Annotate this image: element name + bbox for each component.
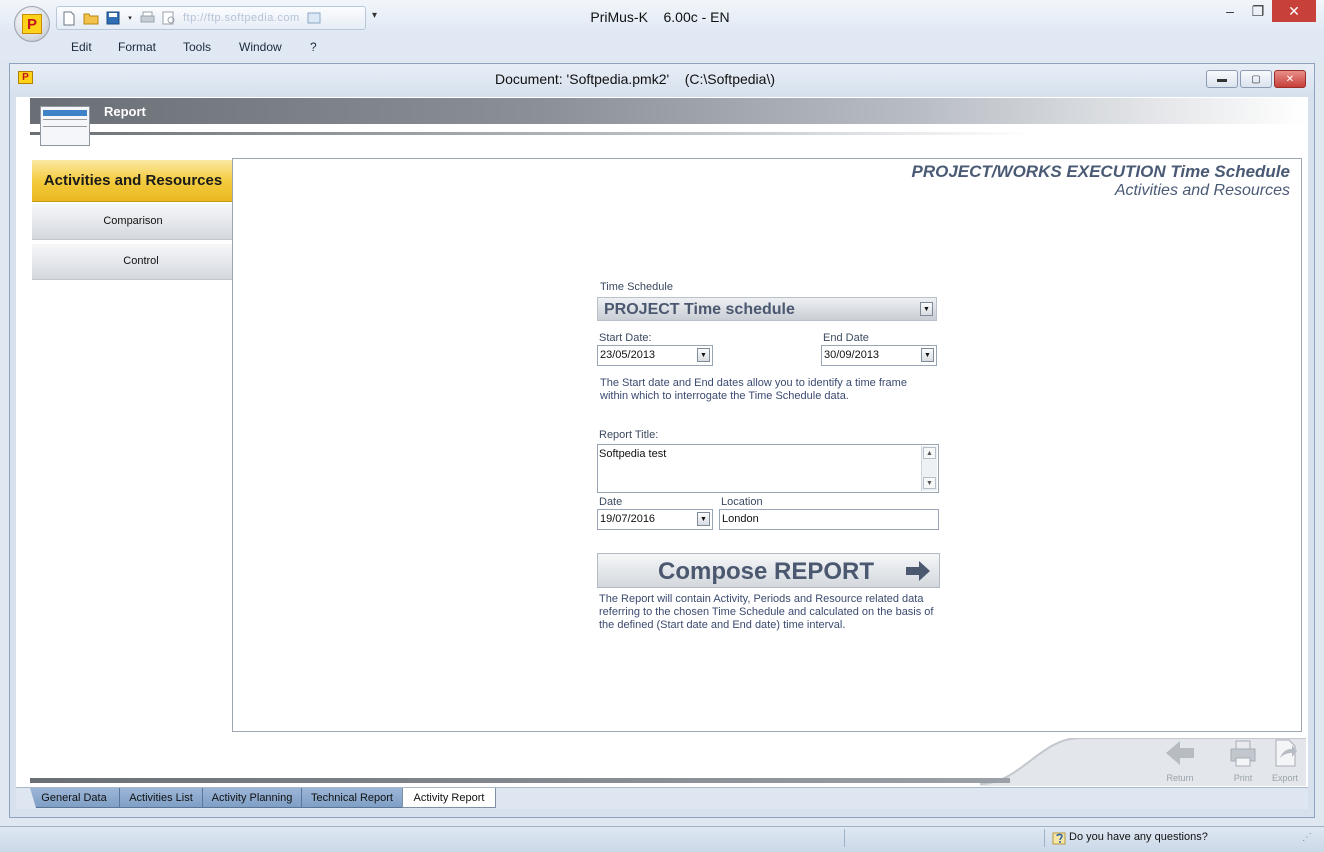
- minimize-button[interactable]: ‒: [1216, 0, 1244, 22]
- save-dropdown-icon[interactable]: ▾: [127, 10, 133, 26]
- document-icon: P: [18, 71, 33, 84]
- print-preview-icon[interactable]: [161, 10, 177, 26]
- help-text[interactable]: Do you have any questions?: [1069, 831, 1208, 843]
- export-button[interactable]: Export: [1265, 738, 1305, 783]
- compose-report-label: Compose REPORT: [658, 558, 875, 585]
- calendar-dropdown-icon[interactable]: ▼: [921, 348, 934, 362]
- print-button[interactable]: Print: [1223, 738, 1263, 783]
- calendar-dropdown-icon[interactable]: ▼: [697, 348, 710, 362]
- tab-activity-planning[interactable]: Activity Planning: [202, 788, 302, 808]
- return-button[interactable]: Return: [1160, 738, 1200, 783]
- compose-report-note: The Report will contain Activity, Period…: [599, 593, 934, 631]
- return-arrow-icon: [1166, 741, 1194, 765]
- tab-technical-report[interactable]: Technical Report: [301, 788, 403, 808]
- end-date-label: End Date: [823, 332, 869, 344]
- nav-item-control[interactable]: Control: [32, 244, 234, 280]
- time-schedule-value: PROJECT Time schedule: [604, 301, 795, 318]
- quick-access-toolbar: ▾ ftp://ftp.softpedia.com: [56, 6, 366, 30]
- nav-item-label: Control: [123, 255, 159, 267]
- scroll-down-icon[interactable]: ▼: [923, 477, 936, 489]
- date-field[interactable]: 19/07/2016 ▼: [597, 509, 713, 530]
- start-date-value: 23/05/2013: [600, 349, 656, 361]
- footer-divider: [30, 778, 1010, 783]
- status-separator: [844, 829, 845, 847]
- chevron-down-icon[interactable]: ▼: [920, 302, 933, 316]
- print-label: Print: [1233, 773, 1253, 783]
- start-date-field[interactable]: 23/05/2013 ▼: [597, 345, 713, 366]
- scroll-up-icon[interactable]: ▲: [923, 447, 936, 459]
- open-folder-icon[interactable]: [83, 10, 99, 26]
- image-icon[interactable]: [306, 10, 322, 26]
- time-schedule-label: Time Schedule: [600, 281, 673, 293]
- nav-item-activities-and-resources[interactable]: Activities and Resources: [32, 160, 234, 202]
- new-document-icon[interactable]: [61, 10, 77, 26]
- header-divider: [30, 132, 1030, 135]
- menu-help[interactable]: ?: [310, 40, 317, 54]
- nav-item-comparison[interactable]: Comparison: [32, 204, 234, 240]
- quick-access-url: ftp://ftp.softpedia.com: [183, 12, 300, 24]
- tab-activity-report[interactable]: Activity Report: [402, 788, 496, 808]
- maximize-button[interactable]: ❐: [1244, 0, 1272, 22]
- app-logo-button[interactable]: P: [14, 6, 50, 42]
- report-title-label: Report Title:: [599, 429, 659, 441]
- print-icon[interactable]: [139, 10, 155, 26]
- resize-grip-icon[interactable]: ⋰: [1302, 832, 1312, 843]
- app-logo-letter: P: [22, 14, 42, 34]
- location-label: Location: [721, 496, 763, 508]
- compose-report-button[interactable]: Compose REPORT: [597, 553, 940, 588]
- start-date-label: Start Date:: [599, 332, 652, 344]
- date-range-note: The Start date and End dates allow you t…: [600, 377, 907, 402]
- doc-close-button[interactable]: ✕: [1274, 70, 1306, 88]
- report-table-icon: [40, 106, 90, 146]
- close-button[interactable]: ✕: [1272, 0, 1316, 22]
- calendar-dropdown-icon[interactable]: ▼: [697, 512, 710, 526]
- arrow-right-icon: [906, 561, 930, 581]
- nav-item-label: Comparison: [103, 215, 163, 227]
- end-date-value: 30/09/2013: [824, 349, 880, 361]
- menu-window[interactable]: Window: [239, 40, 282, 54]
- status-separator: [1044, 829, 1045, 847]
- return-label: Return: [1166, 773, 1194, 783]
- date-value: 19/07/2016: [600, 513, 656, 525]
- doc-restore-button[interactable]: ▢: [1240, 70, 1272, 88]
- header-band: [30, 98, 1306, 124]
- date-label: Date: [599, 496, 623, 508]
- export-label: Export: [1271, 773, 1298, 783]
- location-value: London: [722, 513, 759, 525]
- report-title-value: Softpedia test: [599, 448, 667, 460]
- printer-icon: [1230, 740, 1256, 767]
- menu-tools[interactable]: Tools: [183, 40, 211, 54]
- time-schedule-select[interactable]: PROJECT Time schedule ▼: [597, 297, 937, 321]
- export-icon: [1275, 739, 1297, 767]
- customize-toolbar-icon[interactable]: ▾: [372, 10, 377, 21]
- report-title-scrollbar[interactable]: ▲ ▼: [921, 446, 937, 491]
- document-title: Document: 'Softpedia.pmk2' (C:\Softpedia…: [494, 71, 776, 87]
- tab-activities-list[interactable]: Activities List: [119, 788, 203, 808]
- menu-format[interactable]: Format: [118, 40, 156, 54]
- save-icon[interactable]: [105, 10, 121, 26]
- help-question-icon[interactable]: [1052, 830, 1068, 846]
- page-title: PROJECT/WORKS EXECUTION Time Schedule: [911, 162, 1290, 181]
- menu-edit[interactable]: Edit: [71, 40, 92, 54]
- location-field[interactable]: London: [719, 509, 939, 530]
- report-title-field[interactable]: Softpedia test ▲ ▼: [597, 444, 939, 493]
- page-subtitle: Activities and Resources: [1114, 182, 1290, 199]
- nav-item-label: Activities and Resources: [43, 172, 223, 189]
- section-title: Report: [104, 104, 146, 119]
- doc-minimize-button[interactable]: ▬: [1206, 70, 1238, 88]
- app-title: PriMus-K 6.00c - EN: [590, 9, 730, 25]
- end-date-field[interactable]: 30/09/2013 ▼: [821, 345, 937, 366]
